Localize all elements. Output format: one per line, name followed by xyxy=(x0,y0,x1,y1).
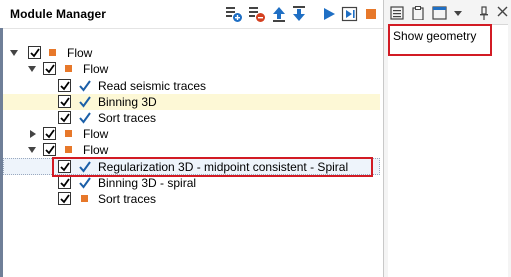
tree-row-flow[interactable]: Flow xyxy=(3,61,380,77)
dropdown-icon[interactable] xyxy=(454,11,462,17)
tree-item-label: Flow xyxy=(83,127,109,141)
checkbox[interactable] xyxy=(58,176,71,189)
flow-icon xyxy=(65,146,72,153)
tree-item-label: Sort traces xyxy=(98,111,157,125)
tree-item-label: Binning 3D xyxy=(98,95,157,109)
tree-item-label: Sort traces xyxy=(98,192,157,206)
show-geometry-label: Show geometry xyxy=(393,29,477,43)
tree-row-module[interactable]: Sort traces xyxy=(3,191,380,207)
completed-check-icon xyxy=(79,177,91,189)
show-geometry-button[interactable]: Show geometry xyxy=(388,24,492,56)
close-icon[interactable] xyxy=(497,6,508,17)
tree-item-label: Flow xyxy=(83,62,109,76)
checkbox[interactable] xyxy=(28,46,41,59)
expand-arrow-icon[interactable] xyxy=(10,49,18,57)
move-down-icon[interactable] xyxy=(290,5,308,23)
module-manager-panel: Module Manager Flow Flow Read seismic tr… xyxy=(0,0,383,277)
completed-check-icon xyxy=(79,80,91,92)
flow-icon xyxy=(65,130,72,137)
geometry-panel xyxy=(388,24,508,277)
expand-arrow-icon[interactable] xyxy=(28,146,36,154)
checkbox[interactable] xyxy=(43,143,56,156)
completed-check-icon xyxy=(79,112,91,124)
checkbox[interactable] xyxy=(43,62,56,75)
tree-row-module[interactable]: Binning 3D - spiral xyxy=(3,175,380,191)
header-divider xyxy=(0,28,383,29)
expand-arrow-icon[interactable] xyxy=(28,65,36,73)
pin-icon[interactable] xyxy=(479,6,489,20)
tree-item-label: Flow xyxy=(67,46,93,60)
stop-icon[interactable] xyxy=(362,5,380,23)
panel-title: Module Manager xyxy=(10,7,107,21)
view-list-icon[interactable] xyxy=(390,6,404,20)
run-step-icon[interactable] xyxy=(341,5,359,23)
right-panel: Show geometry xyxy=(383,0,511,277)
tree-item-label: Binning 3D - spiral xyxy=(98,176,197,190)
flow-icon xyxy=(49,49,56,56)
checkbox[interactable] xyxy=(58,79,71,92)
window-layout-icon[interactable] xyxy=(432,6,448,20)
tree-row-flow[interactable]: Flow xyxy=(3,142,380,158)
tree-row-flow[interactable]: Flow xyxy=(3,45,380,61)
add-module-icon[interactable] xyxy=(225,5,243,23)
run-icon[interactable] xyxy=(320,5,338,23)
tree-row-module[interactable]: Sort traces xyxy=(3,110,380,126)
tree-row-module-highlighted[interactable]: Binning 3D xyxy=(3,94,380,110)
completed-check-icon xyxy=(79,96,91,108)
panel-header: Module Manager xyxy=(0,0,383,28)
flow-icon xyxy=(65,65,72,72)
move-up-icon[interactable] xyxy=(270,5,288,23)
checkbox[interactable] xyxy=(58,95,71,108)
annotation-highlight-box xyxy=(52,157,373,177)
tree-item-label: Read seismic traces xyxy=(98,79,207,93)
checkbox[interactable] xyxy=(43,127,56,140)
tree-item-label: Flow xyxy=(83,143,109,157)
tree-row-flow[interactable]: Flow xyxy=(3,126,380,142)
checkbox[interactable] xyxy=(58,111,71,124)
clipboard-icon[interactable] xyxy=(411,6,425,20)
checkbox[interactable] xyxy=(58,192,71,205)
module-icon xyxy=(81,195,88,202)
collapse-arrow-icon[interactable] xyxy=(29,130,37,138)
tree-row-module[interactable]: Read seismic traces xyxy=(3,78,380,94)
remove-module-icon[interactable] xyxy=(248,5,266,23)
